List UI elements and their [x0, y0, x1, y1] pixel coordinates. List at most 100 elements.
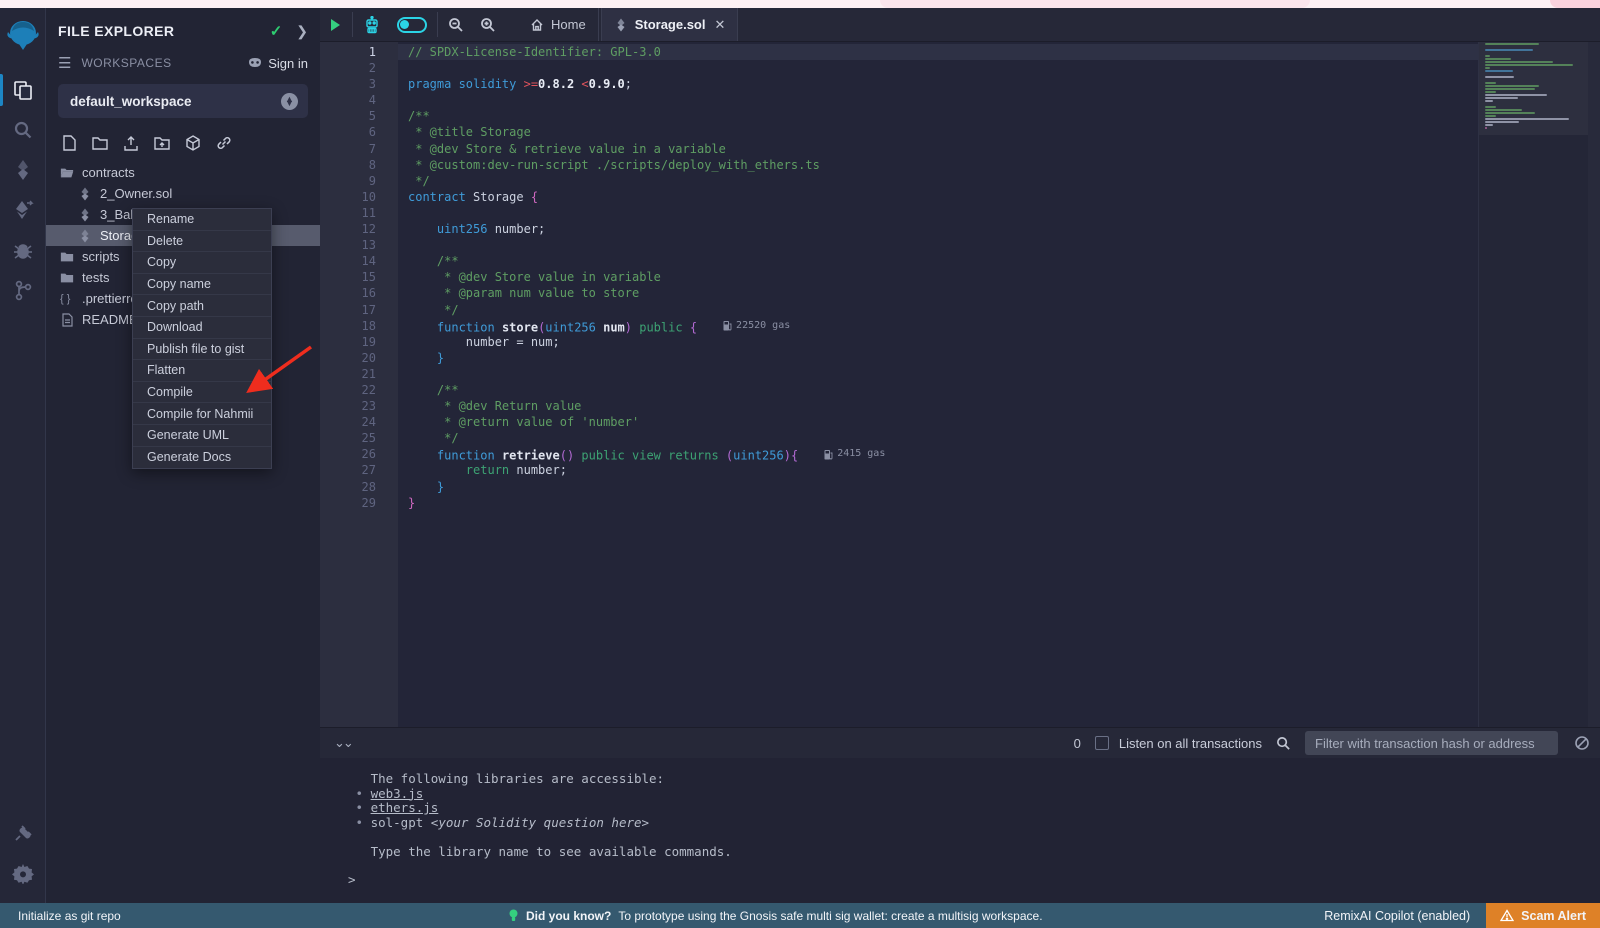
sidebar-item-deploy-run[interactable] [0, 190, 46, 230]
code-line-23[interactable]: * @dev Return value [398, 398, 1600, 414]
hamburger-menu-icon[interactable]: ☰ [58, 54, 71, 72]
listen-checkbox[interactable] [1095, 736, 1109, 750]
code-content[interactable]: // SPDX-License-Identifier: GPL-3.0 pragm… [398, 42, 1600, 727]
context-menu-item-copy-name[interactable]: Copy name [133, 274, 271, 296]
browser-pill [1550, 0, 1600, 8]
sidebar-item-solidity-compiler[interactable] [0, 150, 46, 190]
remix-logo-icon[interactable] [6, 18, 40, 52]
zoom-out-button[interactable] [440, 8, 472, 41]
lightbulb-icon [508, 909, 519, 923]
line-numbers: 1234567891011121314151617181920212223242… [320, 42, 398, 727]
code-line-2[interactable] [398, 60, 1600, 76]
new-file-icon[interactable] [60, 134, 78, 152]
code-line-26[interactable]: function retrieve() public view returns … [398, 446, 1600, 462]
tree-item-contracts[interactable]: contracts [46, 162, 320, 183]
new-folder-icon[interactable] [91, 134, 109, 152]
code-line-10[interactable]: contract Storage { [398, 189, 1600, 205]
clear-console-icon[interactable] [1574, 735, 1590, 751]
solidity-compiler-icon [12, 159, 34, 181]
code-editor[interactable]: 1234567891011121314151617181920212223242… [320, 42, 1600, 727]
minimap-viewport[interactable] [1479, 42, 1588, 135]
tab-home[interactable]: Home [518, 8, 599, 41]
code-line-1[interactable]: // SPDX-License-Identifier: GPL-3.0 [398, 44, 1600, 60]
code-line-6[interactable]: * @title Storage [398, 124, 1600, 140]
code-line-5[interactable]: /** [398, 108, 1600, 124]
code-line-27[interactable]: return number; [398, 462, 1600, 478]
code-line-16[interactable]: * @param num value to store [398, 285, 1600, 301]
vertical-scrollbar[interactable] [1588, 42, 1600, 727]
copilot-status[interactable]: RemixAI Copilot (enabled) [1324, 909, 1470, 923]
minimap[interactable] [1478, 42, 1588, 727]
context-menu-item-download[interactable]: Download [133, 317, 271, 339]
context-menu-item-compile-for-nahmii[interactable]: Compile for Nahmii [133, 403, 271, 425]
terminal-line: • web3.js [348, 787, 1600, 802]
listen-label: Listen on all transactions [1119, 736, 1262, 751]
transaction-filter-input[interactable] [1305, 731, 1558, 755]
code-line-21[interactable] [398, 366, 1600, 382]
terminal-output[interactable]: The following libraries are accessible: … [320, 758, 1600, 903]
code-line-14[interactable]: /** [398, 253, 1600, 269]
context-menu-item-generate-uml[interactable]: Generate UML [133, 425, 271, 447]
context-menu-item-flatten[interactable]: Flatten [133, 360, 271, 382]
upload-file-icon[interactable] [122, 134, 140, 152]
terminal-search-icon[interactable] [1276, 736, 1291, 751]
sidebar-item-file-explorer[interactable] [0, 70, 46, 110]
code-line-12[interactable]: uint256 number; [398, 221, 1600, 237]
sidebar-item-git[interactable] [0, 270, 46, 310]
ipfs-cube-icon[interactable] [184, 134, 202, 152]
context-menu-item-rename[interactable]: Rename [133, 209, 271, 231]
code-line-11[interactable] [398, 205, 1600, 221]
sign-in-button[interactable]: Sign in [247, 56, 308, 71]
code-line-25[interactable]: */ [398, 430, 1600, 446]
init-git-repo-button[interactable]: Initialize as git repo [18, 909, 121, 923]
context-menu-item-copy[interactable]: Copy [133, 252, 271, 274]
code-line-22[interactable]: /** [398, 382, 1600, 398]
scam-alert-button[interactable]: Scam Alert [1486, 903, 1600, 928]
context-menu-item-copy-path[interactable]: Copy path [133, 295, 271, 317]
context-menu-item-compile[interactable]: Compile [133, 382, 271, 404]
check-icon: ✓ [270, 22, 283, 40]
code-line-15[interactable]: * @dev Store value in variable [398, 269, 1600, 285]
terminal-link-ethers-js[interactable]: ethers.js [371, 800, 439, 815]
code-line-7[interactable]: * @dev Store & retrieve value in a varia… [398, 141, 1600, 157]
tab-storage-sol[interactable]: Storage.sol ✕ [601, 8, 739, 41]
ai-copilot-button[interactable] [355, 8, 389, 41]
workspaces-label: WORKSPACES [81, 56, 247, 70]
sidebar-item-debugger[interactable] [0, 230, 46, 270]
expand-terminal-icon[interactable]: ⌄⌄ [334, 735, 352, 751]
did-you-know-tip: Did you know? To prototype using the Gno… [508, 909, 1043, 923]
run-script-button[interactable] [320, 8, 350, 41]
code-line-19[interactable]: number = num; [398, 334, 1600, 350]
copilot-toggle[interactable] [389, 8, 435, 41]
code-line-13[interactable] [398, 237, 1600, 253]
code-line-28[interactable]: } [398, 479, 1600, 495]
terminal-prompt[interactable]: > [348, 873, 1600, 888]
sidebar-item-search[interactable] [0, 110, 46, 150]
workspace-select[interactable]: default_workspace ▲▼ [58, 84, 308, 118]
code-line-18[interactable]: function store(uint256 num) public {2252… [398, 318, 1600, 334]
sidebar-item-settings[interactable] [0, 853, 46, 893]
link-icon[interactable] [215, 134, 233, 152]
code-line-29[interactable]: } [398, 495, 1600, 511]
upload-folder-icon[interactable] [153, 134, 171, 152]
code-line-20[interactable]: } [398, 350, 1600, 366]
code-line-3[interactable]: pragma solidity >=0.8.2 <0.9.0; [398, 76, 1600, 92]
code-line-8[interactable]: * @custom:dev-run-script ./scripts/deplo… [398, 157, 1600, 173]
context-menu-item-generate-docs[interactable]: Generate Docs [133, 447, 271, 469]
close-tab-icon[interactable]: ✕ [714, 17, 725, 33]
deploy-run-icon [12, 199, 34, 221]
code-line-17[interactable]: */ [398, 302, 1600, 318]
code-line-4[interactable] [398, 92, 1600, 108]
file-context-menu: RenameDeleteCopyCopy nameCopy pathDownlo… [132, 208, 272, 469]
terminal-line: Type the library name to see available c… [348, 845, 1600, 860]
context-menu-item-publish-file-to-gist[interactable]: Publish file to gist [133, 339, 271, 361]
context-menu-item-delete[interactable]: Delete [133, 231, 271, 253]
chevron-right-icon[interactable]: ❯ [296, 23, 308, 40]
code-line-24[interactable]: * @return value of 'number' [398, 414, 1600, 430]
zoom-in-button[interactable] [472, 8, 504, 41]
code-line-9[interactable]: */ [398, 173, 1600, 189]
sidebar-item-plugin-manager[interactable] [0, 813, 46, 853]
tree-item-2-owner-sol[interactable]: 2_Owner.sol [46, 183, 320, 204]
terminal-link-web3-js[interactable]: web3.js [371, 786, 424, 801]
home-icon [530, 18, 544, 32]
